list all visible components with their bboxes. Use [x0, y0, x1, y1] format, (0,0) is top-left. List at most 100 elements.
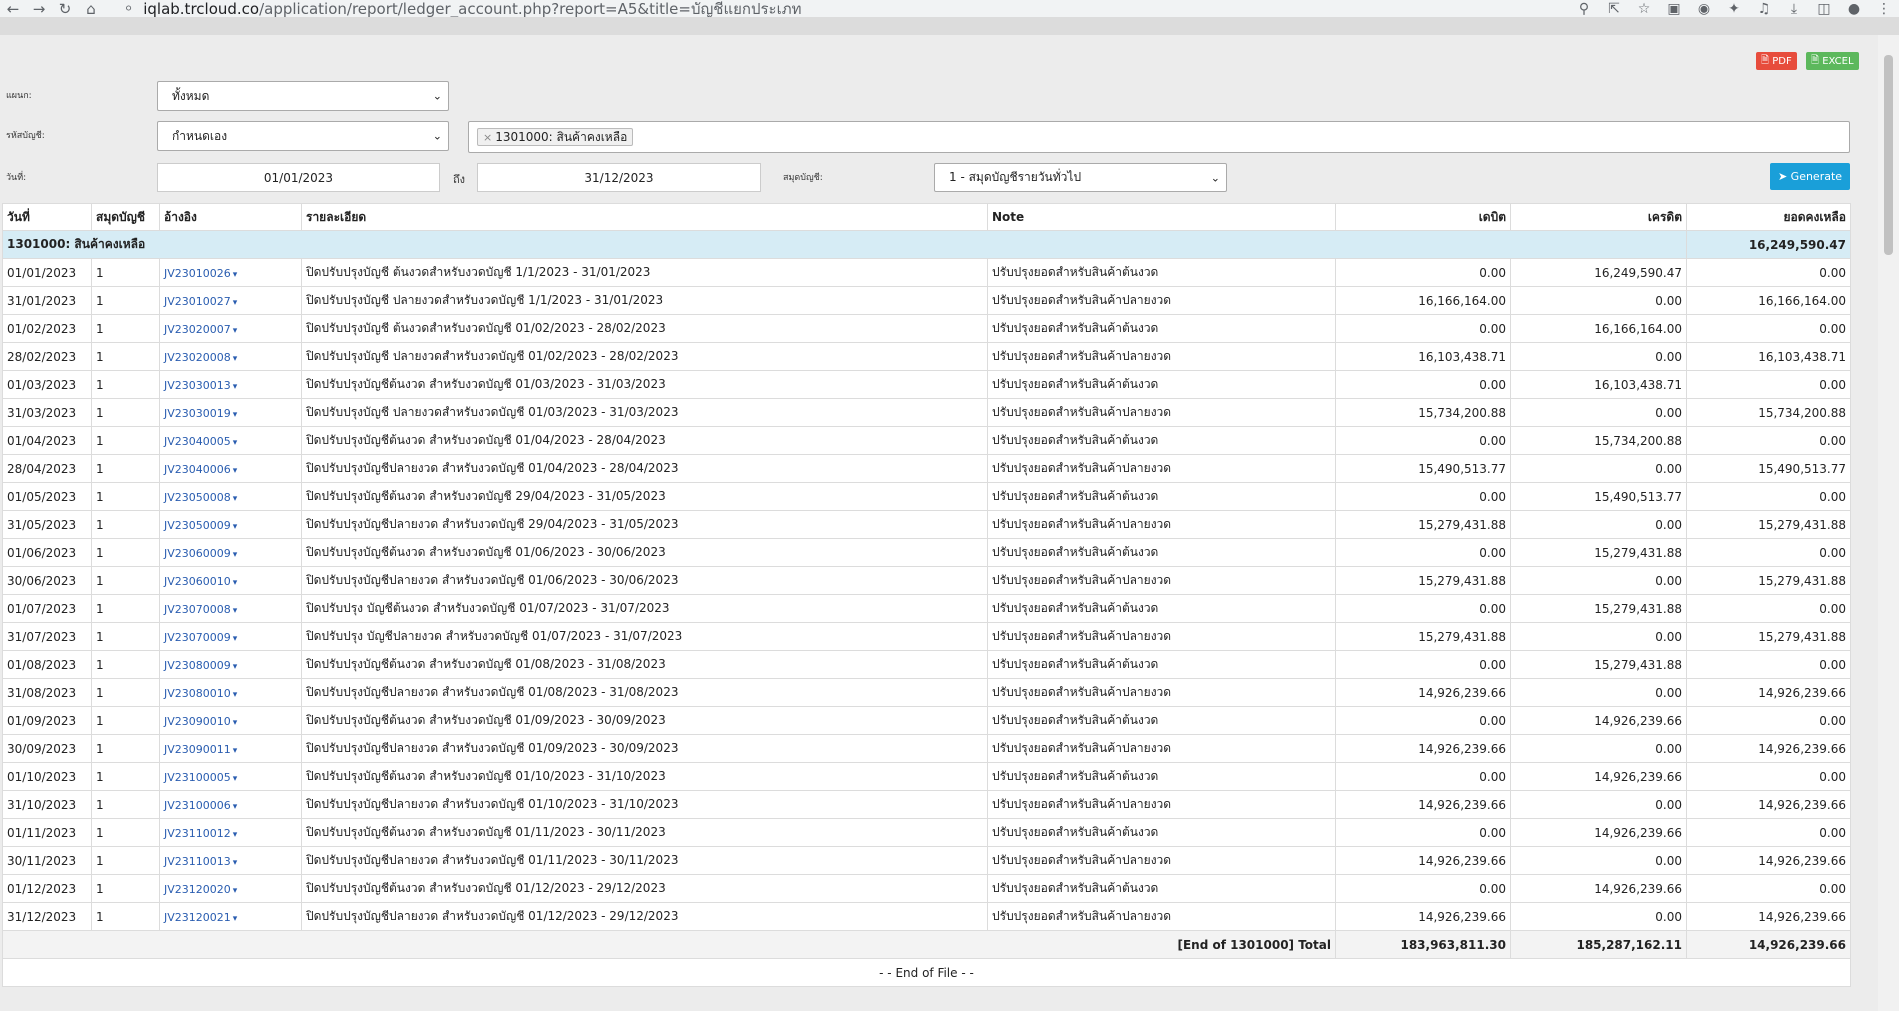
remove-tag-icon[interactable]: × — [483, 131, 492, 144]
reference-link[interactable]: JV23060010 ▾ — [164, 575, 237, 588]
cell-credit: 15,490,513.77 — [1510, 482, 1687, 511]
date-from-input[interactable]: 01/01/2023 — [157, 163, 440, 192]
site-info-icon[interactable]: ⚪ — [124, 2, 133, 15]
home-icon[interactable]: ⌂ — [78, 0, 104, 18]
media-icon[interactable]: ♫ — [1749, 0, 1779, 17]
reference-link[interactable]: JV23020007 ▾ — [164, 323, 237, 336]
reference-link[interactable]: JV23120020 ▾ — [164, 883, 237, 896]
share-icon[interactable]: ⇱ — [1599, 0, 1629, 17]
export-excel-button[interactable]: 🗎 EXCEL — [1806, 52, 1859, 70]
reference-link[interactable]: JV23060009 ▾ — [164, 547, 237, 560]
cell-balance: 0.00 — [1686, 258, 1851, 287]
reference-link[interactable]: JV23050009 ▾ — [164, 519, 237, 532]
cell-note: ปรับปรุงยอดสำหรับสินค้าต้นงวด — [987, 706, 1336, 735]
side-panel-icon[interactable]: ◫ — [1809, 0, 1839, 17]
vertical-scrollbar[interactable] — [1878, 35, 1899, 1011]
cell-balance: 0.00 — [1686, 538, 1851, 567]
table-row: 31/12/2023 1 JV23120021 ▾ ปิดปรับปรุงบัญชีปล… — [2, 902, 1851, 931]
export-pdf-button[interactable]: 🗎 PDF — [1756, 52, 1797, 70]
scrollbar-thumb[interactable] — [1884, 55, 1893, 255]
cell-date: 01/02/2023 — [2, 314, 92, 343]
reference-link[interactable]: JV23090011 ▾ — [164, 743, 237, 756]
reference-link[interactable]: JV23100006 ▾ — [164, 799, 237, 812]
col-header-balance[interactable]: ยอดคงเหลือ — [1686, 203, 1851, 231]
cell-description: ปิดปรับปรุงบัญชีปลายงวด สำหรับงวดบัญชี 2… — [301, 510, 988, 539]
back-icon[interactable]: ← — [0, 0, 26, 18]
reference-link[interactable]: JV23030013 ▾ — [164, 379, 237, 392]
table-row: 30/06/2023 1 JV23060010 ▾ ปิดปรับปรุงบัญชีปล… — [2, 566, 1851, 595]
journal-label: สมุดบัญชี: — [783, 173, 823, 183]
col-header-reference[interactable]: อ้างอิง — [159, 203, 302, 231]
account-tag: × 1301000: สินค้าคงเหลือ — [477, 128, 634, 146]
reference-link[interactable]: JV23040006 ▾ — [164, 463, 237, 476]
reference-link[interactable]: JV23070009 ▾ — [164, 631, 237, 644]
reference-link[interactable]: JV23090010 ▾ — [164, 715, 237, 728]
account-group-row: 1301000: สินค้าคงเหลือ 16,249,590.47 — [2, 230, 1851, 259]
reference-link[interactable]: JV23110012 ▾ — [164, 827, 237, 840]
cell-credit: 14,926,239.66 — [1510, 762, 1687, 791]
zoom-icon[interactable]: ⚲ — [1569, 0, 1599, 17]
date-to-input[interactable]: 31/12/2023 — [477, 163, 761, 192]
caret-down-icon: ▾ — [232, 465, 238, 476]
reference-link[interactable]: JV23080010 ▾ — [164, 687, 237, 700]
reference-link[interactable]: JV23120021 ▾ — [164, 911, 237, 924]
cell-debit: 14,926,239.66 — [1335, 734, 1511, 763]
forward-icon[interactable]: → — [26, 0, 52, 18]
cell-date: 01/05/2023 — [2, 482, 92, 511]
journal-select[interactable]: 1 - สมุดบัญชีรายวันทั่วไป ⌄ — [934, 163, 1227, 192]
reference-link[interactable]: JV23050008 ▾ — [164, 491, 237, 504]
cell-date: 01/06/2023 — [2, 538, 92, 567]
cell-reference: JV23030013 ▾ — [159, 370, 302, 399]
cell-credit: 0.00 — [1510, 454, 1687, 483]
date-label: วันที่: — [6, 173, 27, 183]
cell-credit: 0.00 — [1510, 510, 1687, 539]
branch-select[interactable]: ทั้งหมด ⌄ — [157, 81, 449, 111]
shield-icon[interactable]: ◉ — [1689, 0, 1719, 17]
table-row: 31/03/2023 1 JV23030019 ▾ ปิดปรับปรุงบัญชี ป… — [2, 398, 1851, 427]
download-icon[interactable]: ⤓ — [1779, 0, 1809, 17]
account-tag-input[interactable]: × 1301000: สินค้าคงเหลือ — [468, 121, 1850, 153]
account-select[interactable]: กำหนดเอง ⌄ — [157, 121, 449, 151]
bookmark-star-icon[interactable]: ☆ — [1629, 0, 1659, 17]
menu-kebab-icon[interactable]: ⋮ — [1869, 0, 1899, 17]
cell-credit: 0.00 — [1510, 398, 1687, 427]
reference-label: JV23050008 — [164, 490, 231, 504]
address-bar[interactable]: ⚪ iqlab.trcloud.co/application/report/le… — [124, 0, 802, 18]
caret-down-icon: ▾ — [232, 885, 238, 896]
col-header-date[interactable]: วันที่ — [2, 203, 92, 231]
table-row: 31/08/2023 1 JV23080010 ▾ ปิดปรับปรุงบัญชีปล… — [2, 678, 1851, 707]
cell-description: ปิดปรับปรุงบัญชีต้นงวด สำหรับงวดบัญชี 29… — [301, 482, 988, 511]
reference-link[interactable]: JV23110013 ▾ — [164, 855, 237, 868]
reference-link[interactable]: JV23080009 ▾ — [164, 659, 237, 672]
cell-debit: 15,279,431.88 — [1335, 622, 1511, 651]
cell-balance: 0.00 — [1686, 818, 1851, 847]
col-header-debit[interactable]: เดบิต — [1335, 203, 1511, 231]
table-row: 30/11/2023 1 JV23110013 ▾ ปิดปรับปรุงบัญชีปล… — [2, 846, 1851, 875]
cell-date: 31/08/2023 — [2, 678, 92, 707]
reference-link[interactable]: JV23020008 ▾ — [164, 351, 237, 364]
col-header-credit[interactable]: เครดิต — [1510, 203, 1687, 231]
col-header-journal[interactable]: สมุดบัญชี — [91, 203, 160, 231]
reference-link[interactable]: JV23010027 ▾ — [164, 295, 237, 308]
puzzle-icon[interactable]: ✦ — [1719, 0, 1749, 17]
reload-icon[interactable]: ↻ — [52, 0, 78, 18]
reference-label: JV23010027 — [164, 294, 231, 308]
profile-avatar-icon[interactable]: ● — [1839, 0, 1869, 17]
cell-date: 01/12/2023 — [2, 874, 92, 903]
caret-down-icon: ▾ — [232, 353, 238, 364]
reference-link[interactable]: JV23040005 ▾ — [164, 435, 237, 448]
generate-button[interactable]: ➤ Generate — [1770, 163, 1850, 190]
reference-label: JV23020007 — [164, 322, 231, 336]
cell-balance: 14,926,239.66 — [1686, 902, 1851, 931]
col-header-description[interactable]: รายละเอียด — [301, 203, 988, 231]
cell-description: ปิดปรับปรุงบัญชีต้นงวด สำหรับงวดบัญชี 01… — [301, 650, 988, 679]
extension-icon[interactable]: ▣ — [1659, 0, 1689, 17]
col-header-note[interactable]: Note — [987, 203, 1336, 231]
reference-link[interactable]: JV23030019 ▾ — [164, 407, 237, 420]
page-header-strip — [0, 17, 1899, 35]
reference-link[interactable]: JV23100005 ▾ — [164, 771, 237, 784]
caret-down-icon: ▾ — [232, 913, 238, 924]
reference-label: JV23040006 — [164, 462, 231, 476]
reference-link[interactable]: JV23010026 ▾ — [164, 267, 237, 280]
reference-link[interactable]: JV23070008 ▾ — [164, 603, 237, 616]
